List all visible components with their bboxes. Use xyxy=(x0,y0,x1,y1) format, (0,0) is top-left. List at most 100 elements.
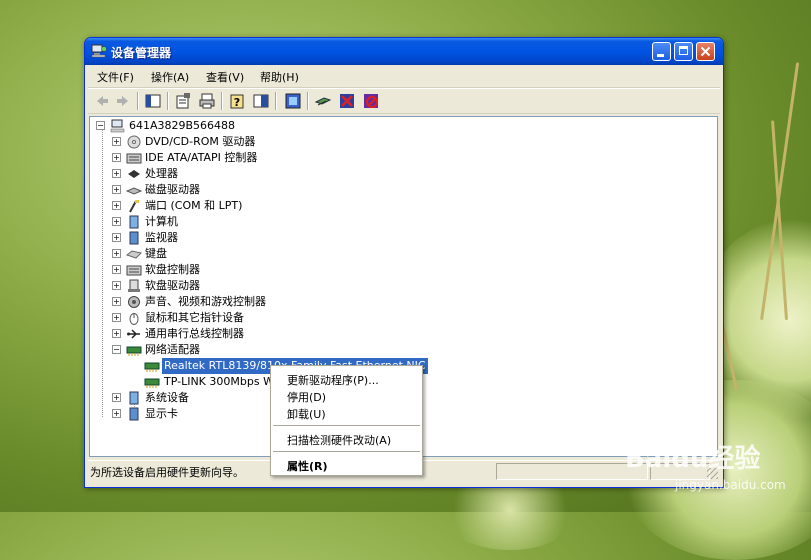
ctx-scan-hardware[interactable]: 扫描检测硬件改动(A) xyxy=(287,432,391,448)
usb-icon xyxy=(127,329,140,339)
expand-toggle[interactable]: + xyxy=(112,297,121,306)
collapse-toggle[interactable]: − xyxy=(96,121,105,130)
ctx-disable[interactable]: 停用(D) xyxy=(287,389,326,405)
tree-item-ports[interactable]: + 端口 (COM 和 LPT) xyxy=(90,198,390,214)
menu-separator xyxy=(273,425,420,426)
properties-icon xyxy=(176,93,190,109)
speaker-icon xyxy=(128,296,140,308)
tree-item-floppy-drive[interactable]: + 软盘驱动器 xyxy=(90,278,390,294)
tree-item-network[interactable]: − 网络适配器 xyxy=(90,342,390,358)
minimize-button[interactable] xyxy=(652,42,671,61)
ctx-uninstall[interactable]: 卸载(U) xyxy=(287,406,326,422)
expand-toggle[interactable]: + xyxy=(112,153,121,162)
toolbar-separator xyxy=(167,92,169,110)
expand-toggle[interactable]: + xyxy=(112,217,121,226)
tree-item-sound[interactable]: + 声音、视频和游戏控制器 xyxy=(90,294,390,310)
print-button[interactable] xyxy=(198,92,216,110)
tree-item-label: 处理器 xyxy=(145,167,178,180)
network-adapter-icon xyxy=(144,362,160,372)
menu-file[interactable]: 文件(F) xyxy=(97,69,134,85)
computer-icon xyxy=(129,215,139,229)
tree-item-label: 显示卡 xyxy=(145,407,178,420)
menu-view[interactable]: 查看(V) xyxy=(206,69,244,85)
toolbar-separator xyxy=(221,92,223,110)
help-icon: ? xyxy=(230,94,244,109)
network-adapter-icon xyxy=(144,378,160,388)
mouse-icon xyxy=(129,313,139,325)
floppy-drive-icon xyxy=(128,279,140,292)
tree-item-monitor[interactable]: + 监视器 xyxy=(90,230,390,246)
tree-root[interactable]: − 641A3829B566488 xyxy=(90,118,390,134)
expand-toggle[interactable]: + xyxy=(112,313,121,322)
tree-item-label: 系统设备 xyxy=(145,391,189,404)
tree-item-disk[interactable]: + 磁盘驱动器 xyxy=(90,182,390,198)
maximize-icon xyxy=(679,46,688,55)
tree-item-mouse[interactable]: + 鼠标和其它指针设备 xyxy=(90,310,390,326)
status-text: 为所选设备启用硬件更新向导。 xyxy=(90,466,244,479)
tree-item-dvd[interactable]: + DVD/CD-ROM 驱动器 xyxy=(90,134,390,150)
show-hide-console-tree-icon xyxy=(145,94,161,108)
display-adapter-icon xyxy=(129,407,139,421)
tree-item-label: 磁盘驱动器 xyxy=(145,183,200,196)
close-button[interactable] xyxy=(696,42,715,61)
expand-toggle[interactable]: + xyxy=(112,329,121,338)
expand-toggle[interactable]: + xyxy=(112,249,121,258)
expand-toggle[interactable]: + xyxy=(112,185,121,194)
keyboard-icon xyxy=(126,250,142,259)
properties-button[interactable] xyxy=(174,92,192,110)
tree-item-computer[interactable]: + 计算机 xyxy=(90,214,390,230)
tree-item-label: 鼠标和其它指针设备 xyxy=(145,311,244,324)
port-icon xyxy=(129,200,139,213)
floppy-controller-icon xyxy=(126,265,142,276)
uninstall-button[interactable] xyxy=(338,92,356,110)
root-label: 641A3829B566488 xyxy=(129,119,236,132)
tree-item-label: IDE ATA/ATAPI 控制器 xyxy=(145,151,258,164)
watermark-logo: Baidu经验 xyxy=(625,444,761,474)
toolbar: ? xyxy=(88,88,720,114)
help-button[interactable]: ? xyxy=(228,92,246,110)
tree-item-floppy-controller[interactable]: + 软盘控制器 xyxy=(90,262,390,278)
tree-item-keyboard[interactable]: + 键盘 xyxy=(90,246,390,262)
expand-toggle[interactable]: + xyxy=(112,265,121,274)
show-hide-tree-button[interactable] xyxy=(144,92,162,110)
context-menu: 更新驱动程序(P)... 停用(D) 卸载(U) 扫描检测硬件改动(A) 属性(… xyxy=(270,365,423,476)
toolbar-separator xyxy=(307,92,309,110)
dvd-drive-icon xyxy=(127,135,141,149)
disable-icon xyxy=(364,94,378,108)
scan-hardware-button[interactable] xyxy=(314,92,332,110)
tree-item-label: 声音、视频和游戏控制器 xyxy=(145,295,266,308)
processor-icon xyxy=(128,170,140,178)
ctx-update-driver[interactable]: 更新驱动程序(P)... xyxy=(287,372,379,388)
expand-toggle[interactable]: + xyxy=(112,233,121,242)
disable-button[interactable] xyxy=(362,92,380,110)
toggle-pane-icon xyxy=(253,94,269,108)
toolbar-separator xyxy=(137,92,139,110)
tree-item-label: 监视器 xyxy=(145,231,178,244)
expand-toggle[interactable]: + xyxy=(112,281,121,290)
device-manager-icon xyxy=(91,44,107,58)
ctx-properties[interactable]: 属性(R) xyxy=(287,458,328,474)
minimize-icon xyxy=(657,54,664,57)
network-adapter-icon xyxy=(126,346,142,356)
tree-item-usb[interactable]: + 通用串行总线控制器 xyxy=(90,326,390,342)
ide-controller-icon xyxy=(126,153,142,164)
expand-toggle[interactable]: + xyxy=(112,201,121,210)
tree-item-label: DVD/CD-ROM 驱动器 xyxy=(145,135,256,148)
menu-help[interactable]: 帮助(H) xyxy=(260,69,299,85)
collapse-toggle[interactable]: − xyxy=(112,345,121,354)
expand-toggle[interactable]: + xyxy=(112,409,121,418)
tree-item-processor[interactable]: + 处理器 xyxy=(90,166,390,182)
expand-toggle[interactable]: + xyxy=(112,169,121,178)
title-bar[interactable]: 设备管理器 xyxy=(85,38,723,65)
maximize-button[interactable] xyxy=(674,42,693,61)
tree-item-label: 软盘控制器 xyxy=(145,263,200,276)
expand-toggle[interactable]: + xyxy=(112,393,121,402)
expand-toggle[interactable]: + xyxy=(112,137,121,146)
toggle-pane-button[interactable] xyxy=(252,92,270,110)
forward-button[interactable] xyxy=(114,92,132,110)
tree-item-ide[interactable]: + IDE ATA/ATAPI 控制器 xyxy=(90,150,390,166)
back-button[interactable] xyxy=(93,92,111,110)
computer-icon xyxy=(110,119,125,133)
update-driver-button[interactable] xyxy=(284,92,302,110)
menu-action[interactable]: 操作(A) xyxy=(151,69,189,85)
